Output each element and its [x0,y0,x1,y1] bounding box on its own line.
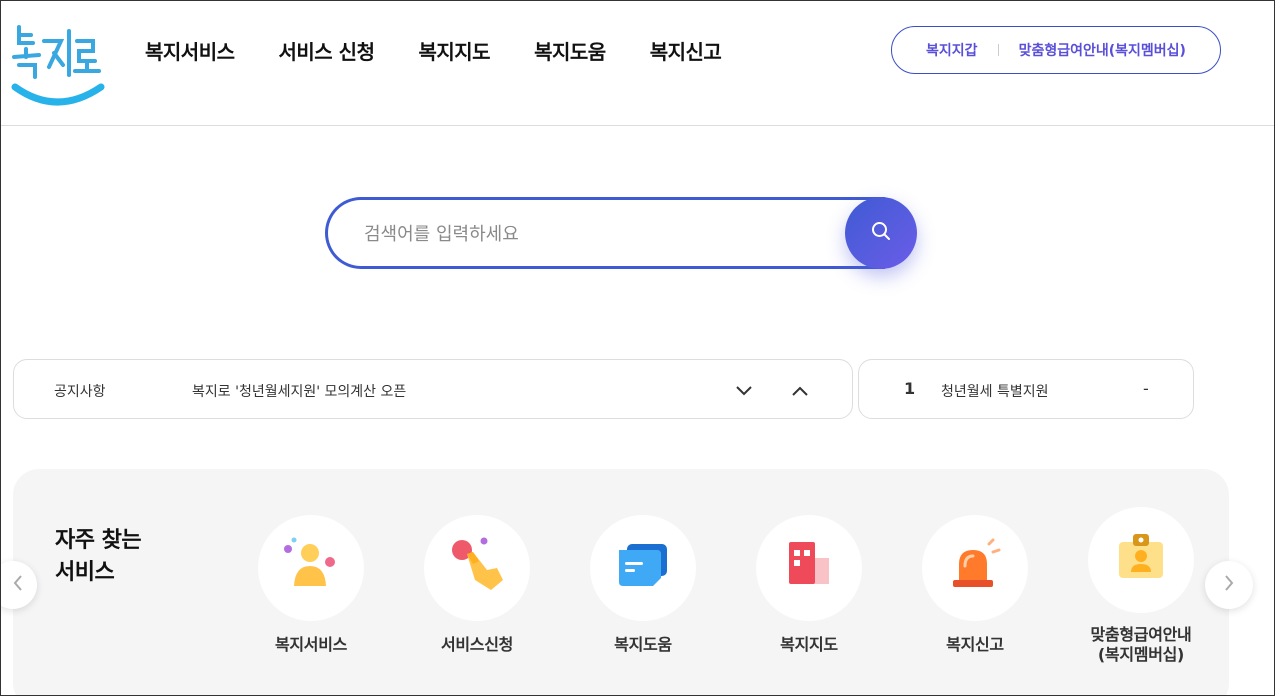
search-input[interactable] [364,218,834,250]
chevron-down-icon [736,381,752,400]
keyword-rank: 1 [904,379,916,398]
main-nav: 복지서비스 서비스 신청 복지지도 복지도움 복지신고 [145,37,765,67]
chevron-up-icon [792,381,808,400]
nav-item-service-apply[interactable]: 서비스 신청 [279,37,375,67]
siren-icon [945,536,1005,600]
favorite-label: 맞춤형급여안내 (복지멤버십) [1066,625,1216,665]
favorite-item-service-apply[interactable]: 서비스신청 [402,515,552,655]
search-icon [869,219,893,247]
favorite-label-line2: (복지멤버십) [1097,645,1185,664]
person-icon [281,536,341,600]
favorite-label: 복지지도 [780,635,838,654]
favorite-label: 복지도움 [614,635,672,654]
chevron-left-icon [13,575,23,595]
search-bar [325,197,917,269]
map-building-icon [779,536,839,600]
popular-keyword-bar[interactable]: 1 청년월세 특별지원 - [858,359,1194,419]
membership-link[interactable]: 맞춤형급여안내(복지멤버십) [1019,40,1186,60]
favorite-label-line1: 맞춤형급여안내 [1090,625,1192,644]
chat-icon [613,536,673,600]
favorite-label: 복지서비스 [274,635,348,654]
nav-item-welfare-map[interactable]: 복지지도 [418,37,490,67]
favorites-title-line1: 자주 찾는 [55,528,142,553]
favorite-icon-circle [424,515,530,621]
favorites-title-line2: 서비스 [55,560,115,585]
favorites-title: 자주 찾는 서비스 [55,525,142,589]
pointing-hand-icon [447,536,507,600]
favorite-icon-circle [1088,507,1194,613]
search-box [325,197,885,269]
id-card-icon [1111,528,1171,592]
favorite-services-panel: 자주 찾는 서비스 복지서비스 서비스신청 복지도움 복지지도 복지신고 맞춤형… [13,469,1229,695]
page: 복지서비스 서비스 신청 복지지도 복지도움 복지신고 복지지갑 맞춤형급여안내… [0,0,1275,696]
search-button[interactable] [845,197,917,269]
favorite-item-welfare-service[interactable]: 복지서비스 [236,515,386,655]
notice-label: 공지사항 [54,384,106,400]
favorite-icon-circle [258,515,364,621]
notice-text[interactable]: 복지로 '청년월세지원' 모의계산 오픈 [192,381,406,401]
carousel-next-button[interactable] [1205,561,1253,609]
favorite-icon-circle [922,515,1028,621]
favorite-item-welfare-help[interactable]: 복지도움 [568,515,718,655]
notice-bar: 공지사항 복지로 '청년월세지원' 모의계산 오픈 [13,359,853,419]
util-divider [997,44,999,56]
favorite-icon-circle [590,515,696,621]
nav-item-welfare-report[interactable]: 복지신고 [650,37,722,67]
logo[interactable] [11,19,105,109]
favorite-item-welfare-map[interactable]: 복지지도 [734,515,884,655]
notice-prev-button[interactable] [786,376,814,404]
util-menu: 복지지갑 맞춤형급여안내(복지멤버십) [891,26,1221,74]
header: 복지서비스 서비스 신청 복지지도 복지도움 복지신고 복지지갑 맞춤형급여안내… [1,1,1274,126]
favorite-item-membership[interactable]: 맞춤형급여안내 (복지멤버십) [1066,507,1216,665]
favorite-label: 복지신고 [946,635,1004,654]
favorite-label: 서비스신청 [440,635,514,654]
keyword-text: 청년월세 특별지원 [941,384,1049,400]
chevron-right-icon [1224,575,1234,595]
nav-item-welfare-service[interactable]: 복지서비스 [145,37,235,67]
notice-next-button[interactable] [730,376,758,404]
favorite-item-welfare-report[interactable]: 복지신고 [900,515,1050,655]
nav-item-welfare-help[interactable]: 복지도움 [534,37,606,67]
keyword-change: - [1143,379,1149,398]
welfare-wallet-link[interactable]: 복지지갑 [926,40,978,60]
favorite-icon-circle [756,515,862,621]
